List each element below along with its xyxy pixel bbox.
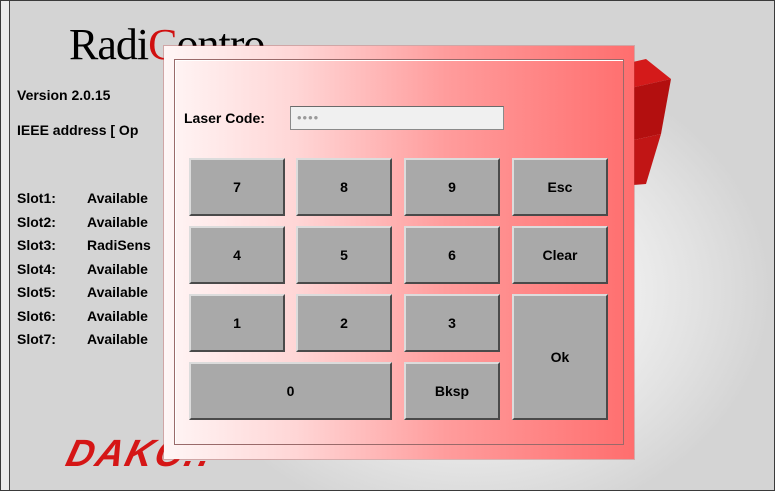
- slot-label: Slot7:: [17, 331, 56, 347]
- key-9-button[interactable]: 9: [404, 158, 500, 216]
- laser-code-label: Laser Code:: [184, 110, 265, 126]
- slot-label: Slot2:: [17, 213, 56, 230]
- key-1-button[interactable]: 1: [189, 294, 285, 352]
- slot-status: RadiSens: [87, 237, 151, 253]
- key-4-button[interactable]: 4: [189, 226, 285, 284]
- window-left-border: [1, 1, 10, 490]
- slot-label: Slot6:: [17, 307, 56, 324]
- slot-label: Slot4:: [17, 260, 56, 277]
- slot-label: Slot1:: [17, 190, 56, 206]
- slot-status: Available: [87, 331, 148, 347]
- slot-label: Slot5:: [17, 284, 56, 300]
- key-0-button[interactable]: 0: [189, 362, 392, 420]
- version-label: Version 2.0.15: [17, 87, 111, 103]
- slot-label: Slot3:: [17, 237, 56, 253]
- key-3-button[interactable]: 3: [404, 294, 500, 352]
- key-6-button[interactable]: 6: [404, 226, 500, 284]
- key-8-button[interactable]: 8: [296, 158, 392, 216]
- laser-code-input[interactable]: ••••: [290, 106, 504, 130]
- slot-status: Available: [87, 213, 148, 230]
- backspace-button[interactable]: Bksp: [404, 362, 500, 420]
- clear-button[interactable]: Clear: [512, 226, 608, 284]
- app-window: RadiContro Version 2.0.15 IEEE address […: [0, 0, 775, 491]
- ieee-address-label: IEEE address [ Op: [17, 122, 139, 138]
- slot-status: Available: [87, 307, 148, 324]
- key-7-button[interactable]: 7: [189, 158, 285, 216]
- esc-button[interactable]: Esc: [512, 158, 608, 216]
- key-2-button[interactable]: 2: [296, 294, 392, 352]
- slot-status: Available: [87, 260, 148, 277]
- slot-status: Available: [87, 190, 148, 206]
- slot-status: Available: [87, 284, 148, 300]
- laser-code-dialog: Laser Code: •••• 7 8 9 Esc 4 5 6 Clear 1…: [164, 46, 634, 459]
- ok-button[interactable]: Ok: [512, 294, 608, 420]
- key-5-button[interactable]: 5: [296, 226, 392, 284]
